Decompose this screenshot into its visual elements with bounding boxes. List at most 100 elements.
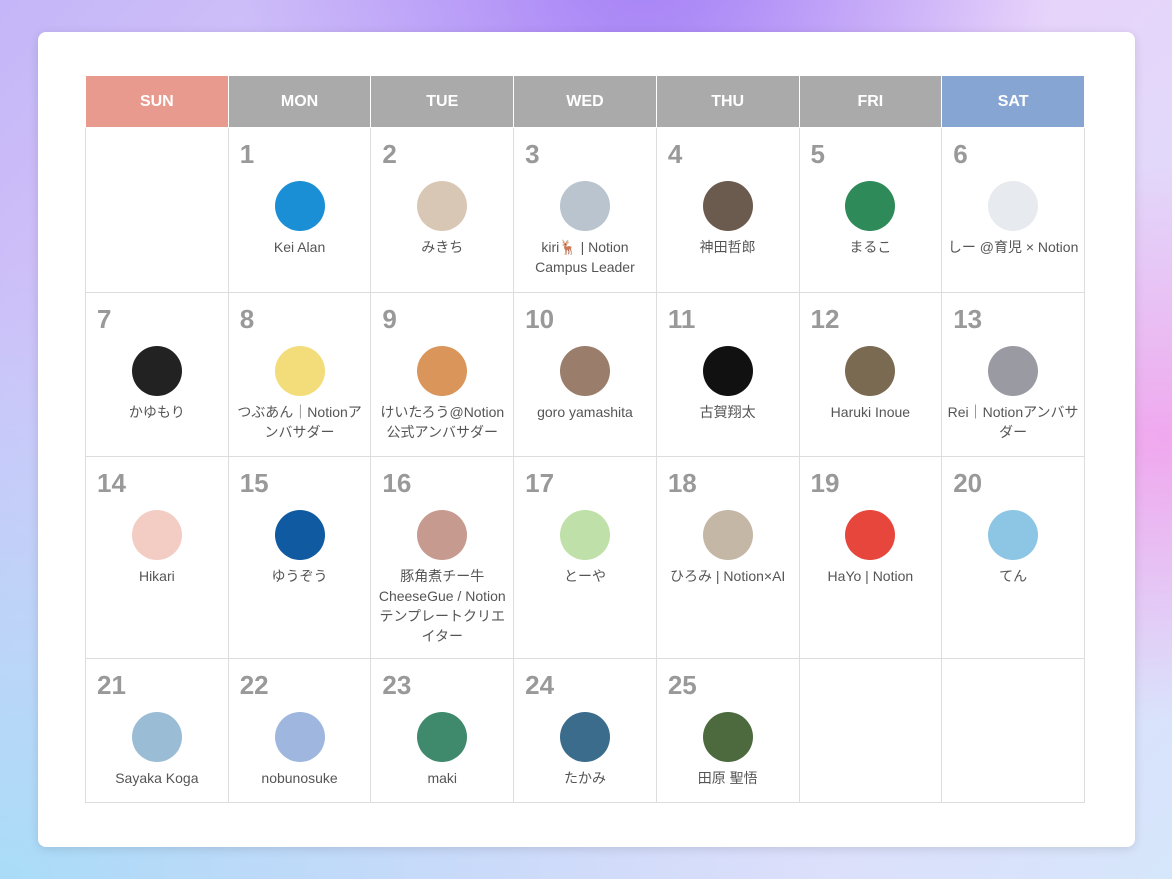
day-number: 3 [525,139,540,169]
calendar-day-cell[interactable]: 12 Haruki Inoue [798,292,943,457]
calendar-day-cell[interactable]: 7 かゆもり [85,292,229,457]
avatar [131,510,182,560]
calendar-day-cell[interactable]: 4 神田哲郎 [655,127,800,293]
member-name: goro yamashita [537,404,633,420]
member-name: しー @育児 × Notion [947,239,1079,255]
avatar [845,510,896,560]
calendar-day-cell[interactable]: 20 てん [941,456,1085,659]
day-number: 6 [953,139,968,169]
day-number: 15 [239,468,269,498]
avatar [559,181,610,231]
calendar-day-cell[interactable]: 9 けいたろう@Notion公式アンバサダー [370,292,515,457]
avatar [274,181,325,231]
calendar-day-cell[interactable]: 23 maki [370,658,515,803]
member-name: ゆうぞう [271,568,328,584]
member-name: たかみ [563,770,606,786]
calendar-day-cell[interactable]: 8 つぶあん｜Notionアンバサダー [227,292,372,457]
member-name: ひろみ | Notion×AI [670,568,786,584]
member-name: みきち [421,239,464,255]
avatar [417,346,468,396]
calendar-table: SUN MON TUE WED THU FRI SAT 1 Kei Alan 2 みきち 3 kiri… [85,75,1085,803]
calendar-day-cell[interactable]: 11 古賀翔太 [655,292,800,457]
avatar [274,510,325,560]
day-number: 19 [810,468,840,498]
calendar-week: 7 かゆもり 8 つぶあん｜Notionアンバサダー 9 けいたろう@Notion公式アン… [85,292,1085,457]
avatar [845,181,896,231]
weekday-header-thu: THU [655,75,800,128]
avatar [559,712,610,762]
weekday-header-mon: MON [227,75,372,128]
avatar [702,346,753,396]
day-number: 12 [810,304,840,334]
empty-day-cell [941,658,1085,803]
member-name: てん [999,568,1028,584]
calendar-week: 21 Sayaka Koga 22 nobunosuke 23 maki 24 たかみ 25 田原… [85,658,1085,803]
day-number: 4 [667,139,683,169]
calendar-day-cell[interactable]: 5 まるこ [798,127,943,293]
avatar [988,346,1039,396]
day-number: 14 [97,468,126,498]
calendar-day-cell[interactable]: 19 HaYo | Notion [798,456,943,659]
avatar [702,181,753,231]
avatar [274,712,325,762]
member-name: Kei Alan [273,239,326,255]
member-name: 神田哲郎 [699,239,756,255]
day-number: 17 [525,468,555,498]
day-number: 11 [667,304,696,334]
calendar-card: SUN MON TUE WED THU FRI SAT 1 Kei Alan 2 みきち 3 kiri… [38,32,1135,847]
calendar-day-cell[interactable]: 18 ひろみ | Notion×AI [655,456,800,659]
member-name: Sayaka Koga [115,770,199,786]
calendar-day-cell[interactable]: 25 田原 聖悟 [655,658,800,803]
calendar-day-cell[interactable]: 16 豚角煮チー牛 CheeseGue / Notionテンプレートクリエイター [370,456,515,659]
member-name: とーや [563,568,606,584]
calendar-day-cell[interactable]: 1 Kei Alan [227,127,372,293]
avatar [417,181,468,231]
calendar-day-cell[interactable]: 3 kiri🦌 | Notion Campus Leader [513,127,657,293]
calendar-day-cell[interactable]: 13 Rei｜Notionアンバサダー [941,292,1085,457]
member-name: HaYo | Notion [827,568,914,584]
member-name: まるこ [849,239,892,255]
calendar-day-cell[interactable]: 15 ゆうぞう [227,456,372,659]
avatar [131,712,182,762]
day-number: 7 [97,304,112,334]
avatar [417,712,468,762]
calendar-day-cell[interactable]: 22 nobunosuke [227,658,372,803]
day-number: 10 [525,304,555,334]
member-name: 豚角煮チー牛 CheeseGue / Notionテンプレートクリエイター [378,568,506,644]
day-number: 25 [667,670,697,700]
calendar-day-cell[interactable]: 10 goro yamashita [513,292,657,457]
day-number: 18 [667,468,697,498]
weekday-header-sun: SUN [85,75,229,128]
calendar-day-cell[interactable]: 14 Hikari [85,456,229,659]
avatar [988,510,1039,560]
day-number: 9 [382,304,397,334]
weekday-header-fri: FRI [798,75,943,128]
calendar-day-cell[interactable]: 6 しー @育児 × Notion [941,127,1085,293]
day-number: 22 [239,670,269,700]
member-name: 田原 聖悟 [697,770,758,786]
avatar [988,181,1039,231]
avatar [702,510,753,560]
member-name: nobunosuke [261,770,338,786]
avatar [131,346,182,396]
day-number: 24 [525,670,555,700]
avatar [559,346,610,396]
calendar-day-cell[interactable]: 24 たかみ [513,658,657,803]
avatar [417,510,468,560]
avatar [274,346,325,396]
calendar-day-cell[interactable]: 21 Sayaka Koga [85,658,229,803]
member-name: かゆもり [128,404,185,420]
member-name: Haruki Inoue [830,404,911,420]
day-number: 23 [382,670,412,700]
day-number: 2 [382,139,397,169]
calendar-day-cell[interactable]: 2 みきち [370,127,515,293]
member-name: 古賀翔太 [699,404,756,420]
day-number: 5 [810,139,825,169]
day-number: 20 [953,468,983,498]
member-name: つぶあん｜Notionアンバサダー [237,404,362,440]
calendar-day-cell[interactable]: 17 とーや [513,456,657,659]
avatar [845,346,896,396]
member-name: Hikari [138,568,175,584]
day-number: 21 [97,670,126,700]
member-name: kiri🦌 | Notion Campus Leader [535,239,635,275]
